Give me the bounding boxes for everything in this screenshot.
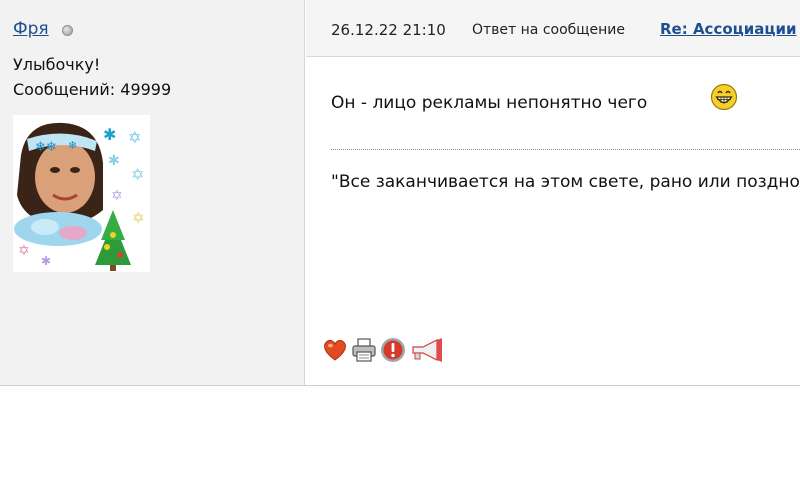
- author-name-link[interactable]: Фря: [13, 19, 49, 39]
- reply-to-label: Ответ на сообщение: [472, 22, 625, 38]
- print-icon[interactable]: [350, 336, 378, 364]
- post-message: Он - лицо рекламы непонятно чего: [331, 93, 648, 113]
- heart-icon[interactable]: [321, 336, 349, 364]
- post-signature: "Все заканчивается на этом свете, рано и…: [331, 172, 800, 192]
- svg-text:✱: ✱: [108, 153, 120, 169]
- svg-text:✡: ✡: [18, 243, 30, 259]
- author-title: Улыбочку!: [13, 55, 101, 74]
- author-avatar[interactable]: ❄❄ ❄ ✱ ✡ ✱ ✡ ✡ ✡ ✡ ✱: [13, 115, 150, 272]
- avatar-image: ❄❄ ❄ ✱ ✡ ✱ ✡ ✡ ✡ ✡ ✱: [13, 115, 150, 272]
- svg-text:✱: ✱: [41, 254, 51, 268]
- author-sidebar: Фря Улыбочку! Сообщений: 49999 ❄❄ ❄ ✱ ✡ …: [0, 0, 305, 385]
- forum-post: Фря Улыбочку! Сообщений: 49999 ❄❄ ❄ ✱ ✡ …: [0, 0, 800, 386]
- svg-text:✡: ✡: [131, 165, 144, 184]
- post-datetime: 26.12.22 21:10: [331, 21, 446, 39]
- post-body: 26.12.22 21:10 Ответ на сообщение Re: Ас…: [306, 0, 800, 385]
- reply-to-link[interactable]: Re: Ассоциации: [660, 20, 797, 38]
- svg-text:❄❄: ❄❄: [35, 140, 57, 155]
- svg-text:✱: ✱: [103, 125, 116, 144]
- grin-smiley-icon: [710, 83, 738, 111]
- post-header: 26.12.22 21:10 Ответ на сообщение Re: Ас…: [306, 0, 800, 57]
- author-post-count: Сообщений: 49999: [13, 80, 172, 99]
- megaphone-icon[interactable]: [409, 336, 445, 364]
- svg-text:✡: ✡: [128, 128, 141, 147]
- warning-icon[interactable]: [379, 336, 407, 364]
- svg-text:✡: ✡: [111, 188, 123, 204]
- signature-separator: [331, 149, 800, 150]
- svg-text:✡: ✡: [132, 209, 145, 227]
- offline-status-icon: [62, 25, 73, 36]
- svg-text:❄: ❄: [68, 139, 77, 152]
